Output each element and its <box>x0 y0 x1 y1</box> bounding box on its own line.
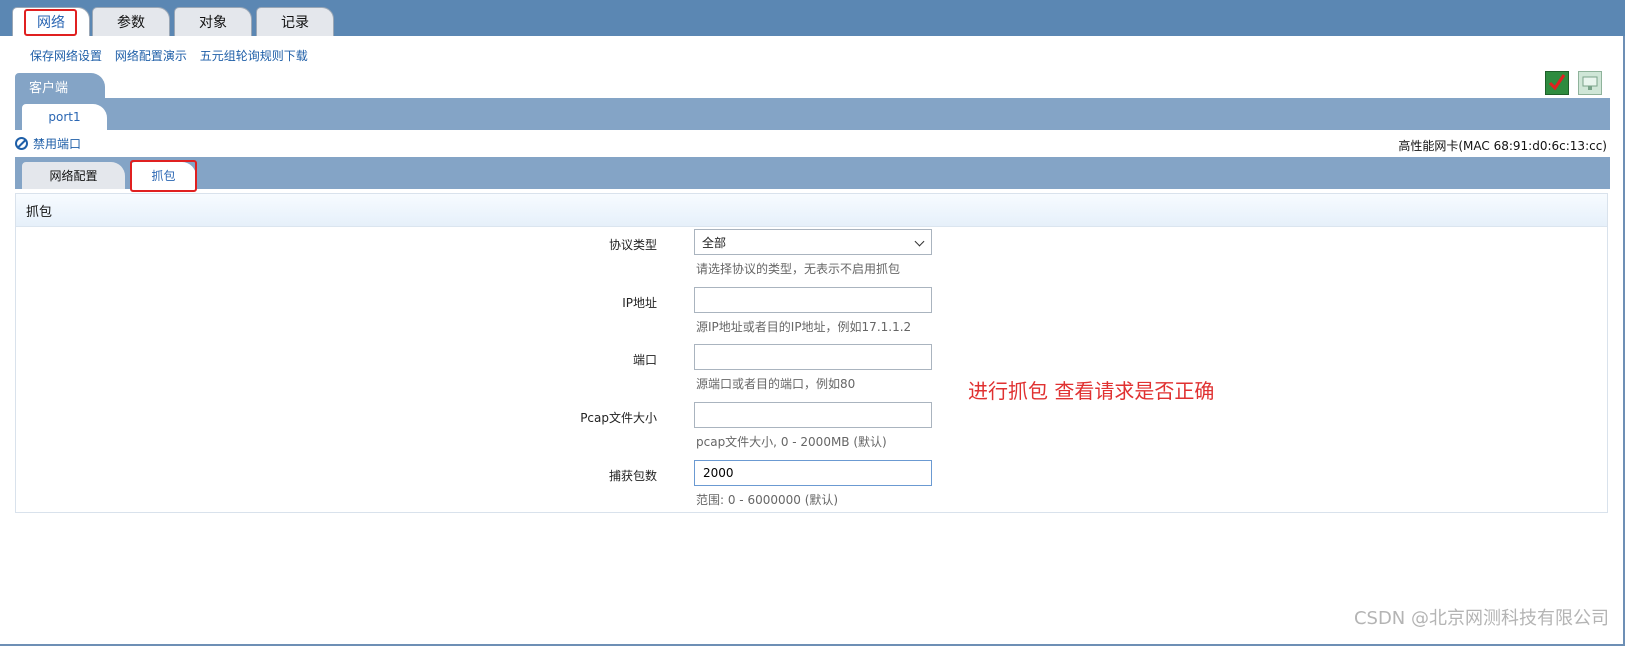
pcap-size-label: Pcap文件大小 <box>580 411 657 425</box>
packet-count-input[interactable] <box>695 461 931 485</box>
panel-title: 抓包 <box>16 194 1607 227</box>
watermark: CSDN @北京网测科技有限公司 <box>1353 608 1609 629</box>
ip-field[interactable] <box>694 287 932 313</box>
ban-icon <box>15 137 28 150</box>
pcap-size-input[interactable] <box>695 403 931 427</box>
port-field[interactable] <box>694 344 932 370</box>
tab-params[interactable]: 参数 <box>92 7 170 36</box>
protocol-label: 协议类型 <box>608 238 657 252</box>
chevron-down-icon <box>914 236 925 247</box>
tab-port1[interactable]: port1 <box>22 104 107 130</box>
capture-panel: 抓包 协议类型 全部 请选择协议的类型，无表示不启用抓包 IP地址 源IP地址或… <box>15 193 1608 513</box>
disable-port-label: 禁用端口 <box>33 137 82 151</box>
tab-network[interactable]: 网络 <box>12 7 90 36</box>
client-tab[interactable]: 客户端 <box>15 73 105 99</box>
top-tab-bar: 网络 参数 对象 记录 <box>0 0 1625 36</box>
save-network-settings-link[interactable]: 保存网络设置 <box>30 49 102 63</box>
network-config-demo-link[interactable]: 网络配置演示 <box>115 49 187 63</box>
packet-count-hint: 范围: 0 - 6000000 (默认) <box>696 493 839 507</box>
protocol-select[interactable]: 全部 <box>694 229 932 255</box>
disable-port-link[interactable]: 禁用端口 <box>15 135 81 152</box>
action-links: 保存网络设置 网络配置演示 五元组轮询规则下载 <box>30 47 317 64</box>
packet-count-label: 捕获包数 <box>608 469 657 483</box>
nic-info: 高性能网卡(MAC 68:91:d0:6c:13:cc) <box>1398 139 1607 153</box>
check-icon[interactable] <box>1545 71 1569 95</box>
ip-hint: 源IP地址或者目的IP地址，例如17.1.1.2 <box>696 320 912 334</box>
protocol-selected-value: 全部 <box>702 235 727 250</box>
port-band <box>15 98 1610 130</box>
annotation-text: 进行抓包 查看请求是否正确 <box>968 379 1215 403</box>
subtab-band <box>15 157 1610 189</box>
port-label: 端口 <box>632 353 657 367</box>
pcap-size-hint: pcap文件大小, 0 - 2000MB (默认) <box>696 435 887 449</box>
port-input[interactable] <box>695 345 931 369</box>
tab-network-config[interactable]: 网络配置 <box>22 162 125 189</box>
ip-label: IP地址 <box>622 296 657 310</box>
tab-objects[interactable]: 对象 <box>174 7 252 36</box>
protocol-hint: 请选择协议的类型，无表示不启用抓包 <box>696 262 901 276</box>
tab-capture[interactable]: 抓包 <box>131 162 196 189</box>
packet-count-field[interactable] <box>694 460 932 486</box>
pcap-size-field[interactable] <box>694 402 932 428</box>
five-tuple-rules-download-link[interactable]: 五元组轮询规则下载 <box>200 49 308 63</box>
network-card-icon[interactable] <box>1578 71 1602 95</box>
ip-input[interactable] <box>695 288 931 312</box>
tab-records[interactable]: 记录 <box>256 7 334 36</box>
port-hint: 源端口或者目的端口，例如80 <box>696 377 856 391</box>
